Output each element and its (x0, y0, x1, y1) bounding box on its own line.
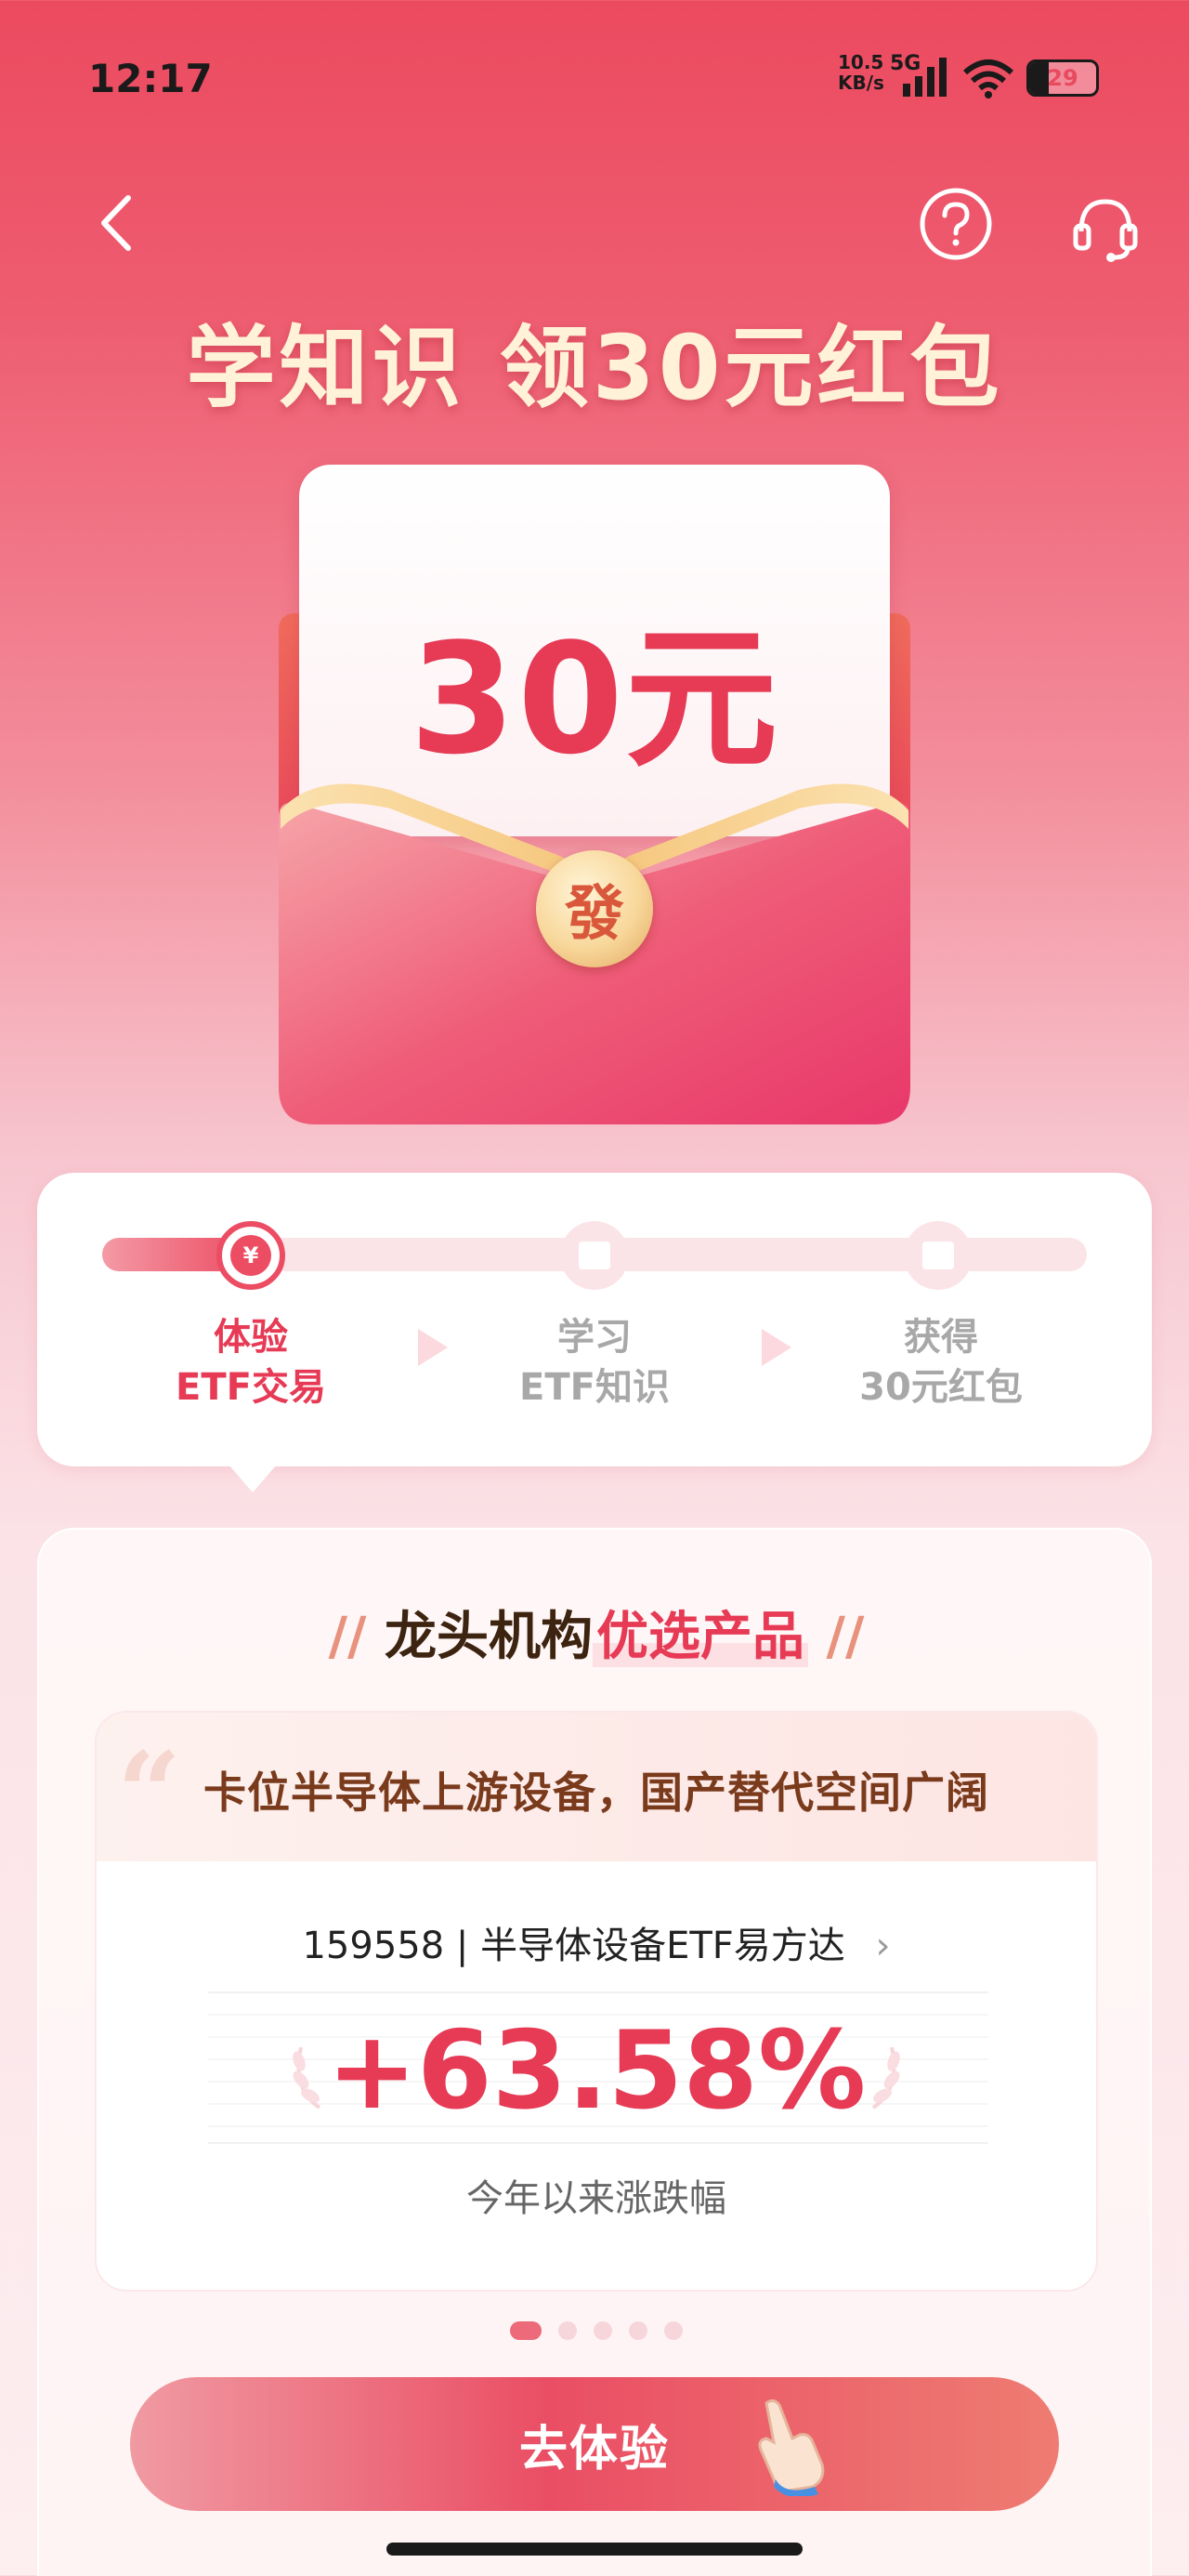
carousel-dot[interactable] (510, 2321, 542, 2340)
experience-button-label: 去体验 (518, 2421, 670, 2477)
envelope-seal: 發 (536, 850, 653, 967)
title-part-2: 优选产品 (593, 1607, 808, 1667)
title-decor-left: // (328, 1607, 367, 1667)
book-icon (579, 1242, 610, 1269)
headset-icon[interactable] (1068, 191, 1143, 265)
step-3-title: 获得 (904, 1316, 978, 1359)
title-part-1: 龙头机构 (385, 1607, 593, 1667)
home-indicator[interactable] (386, 2543, 803, 2556)
page-headline: 学知识 领30元红包 (186, 316, 1003, 420)
pointing-hand-icon (758, 2399, 825, 2496)
step-arrow-1 (418, 1329, 448, 1366)
step-label-reward: 获得 30元红包 (820, 1312, 1062, 1413)
fund-separator: | (455, 1925, 481, 1967)
step-node-reward (904, 1221, 973, 1290)
back-arrow-icon[interactable] (93, 191, 139, 256)
fund-link[interactable]: 159558 | 半导体设备ETF易方达 › (97, 1915, 1096, 1969)
section-title: // 龙头机构优选产品 // (39, 1595, 1154, 1670)
status-bar: 12:17 10.5 KB/s 5G 29 (0, 0, 1189, 158)
fund-card[interactable]: “ 卡位半导体上游设备，国产替代空间广阔 159558 | 半导体设备ETF易方… (95, 1711, 1098, 2292)
carousel-dot[interactable] (558, 2321, 577, 2340)
experience-button[interactable]: 去体验 (130, 2377, 1059, 2511)
red-envelope: 30元 發 (279, 465, 910, 1134)
help-circle-icon[interactable] (918, 186, 994, 262)
step-node-learn (560, 1221, 629, 1290)
step-label-learn: 学习 ETF知识 (474, 1312, 715, 1413)
return-value: +63.58% (326, 2008, 867, 2134)
steps-card: ¥ 体验 ETF交易 学习 ETF知识 获得 30元红包 (37, 1173, 1152, 1466)
net-speed: 10.5 KB/s (838, 51, 884, 94)
step-node-experience: ¥ (216, 1221, 285, 1290)
step-label-experience: 体验 ETF交易 (130, 1312, 372, 1413)
carousel-dot[interactable] (594, 2321, 612, 2340)
signal-icon (903, 58, 947, 97)
wifi-icon (963, 59, 1013, 99)
status-time: 12:17 (88, 56, 213, 101)
step-3-subtitle: 30元红包 (859, 1366, 1023, 1409)
steps-pointer (229, 1465, 277, 1492)
envelope-front (279, 783, 910, 1124)
step-2-title: 学习 (557, 1316, 632, 1359)
battery-icon: 29 (1026, 59, 1099, 97)
step-1-subtitle: ETF交易 (176, 1366, 326, 1409)
yuan-icon: ¥ (230, 1235, 271, 1276)
envelope-icon (922, 1242, 954, 1269)
step-2-subtitle: ETF知识 (519, 1366, 670, 1409)
carousel-dot[interactable] (664, 2321, 683, 2340)
battery-level: 29 (1047, 65, 1078, 91)
carousel-dots (39, 2321, 1154, 2340)
chevron-right-icon: › (875, 1925, 891, 1967)
quote-band: “ 卡位半导体上游设备，国产替代空间广阔 (97, 1713, 1096, 1861)
step-arrow-2 (762, 1329, 791, 1366)
fund-highlight: 卡位半导体上游设备，国产替代空间广阔 (203, 1768, 989, 1818)
return-label: 今年以来涨跌幅 (466, 2177, 726, 2220)
fund-name: 半导体设备ETF易方达 (480, 1925, 845, 1967)
fund-code: 159558 (302, 1925, 445, 1967)
step-1-title: 体验 (214, 1316, 288, 1359)
title-decor-right: // (826, 1607, 865, 1667)
carousel-dot[interactable] (629, 2321, 647, 2340)
